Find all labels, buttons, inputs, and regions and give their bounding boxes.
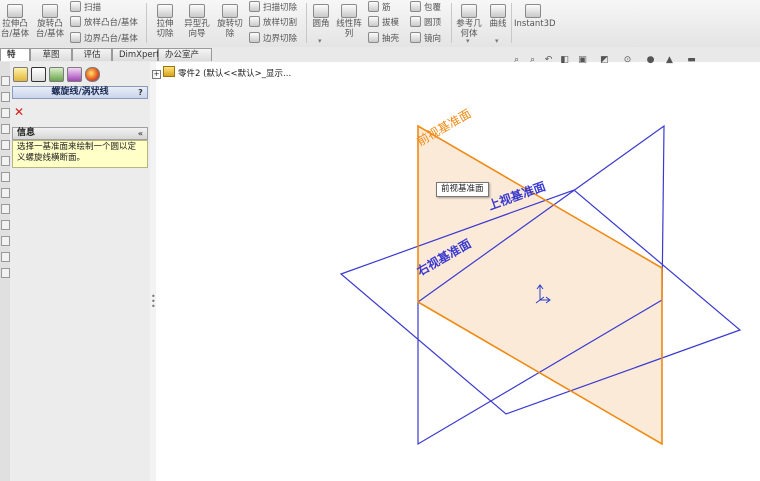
- plane-tooltip: 前视基准面: [436, 182, 489, 197]
- reference-planes-drawing: 前视基准面 上视基准面 右视基准面: [339, 106, 742, 446]
